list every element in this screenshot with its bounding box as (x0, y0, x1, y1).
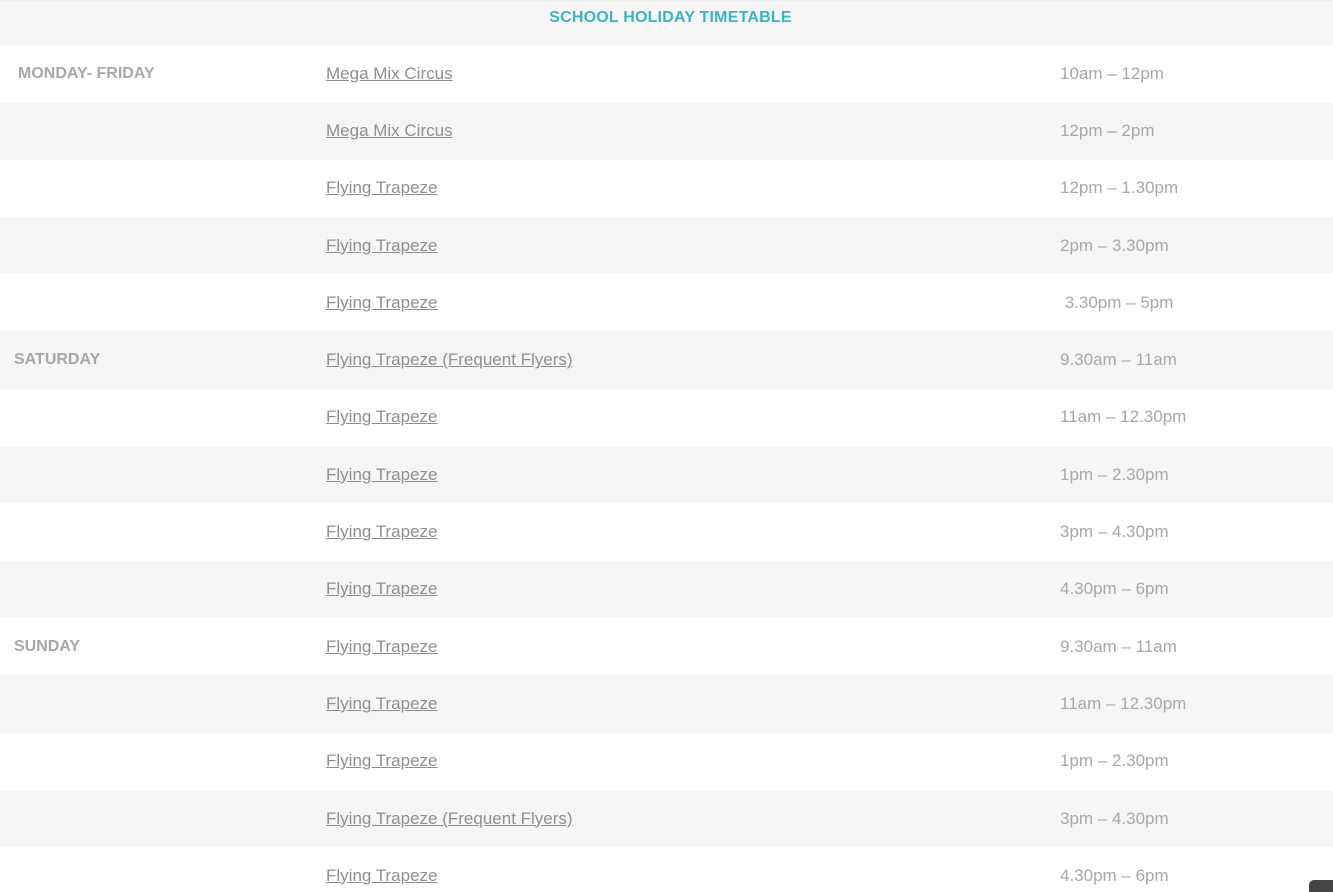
day-label: SATURDAY (14, 351, 101, 369)
time-slot: 4.30pm – 6pm (1060, 579, 1169, 599)
table-row: Flying Trapeze 12pm – 1.30pm (0, 159, 1333, 217)
time-slot: 9.30am – 11am (1060, 350, 1177, 370)
class-link[interactable]: Flying Trapeze (326, 579, 438, 599)
class-link[interactable]: Flying Trapeze (326, 236, 438, 256)
table-row: Flying Trapeze 1pm – 2.30pm (0, 446, 1333, 504)
class-link[interactable]: Mega Mix Circus (326, 121, 453, 141)
table-row: Flying Trapeze (Frequent Flyers) 3pm – 4… (0, 789, 1333, 848)
class-link[interactable]: Flying Trapeze (326, 522, 438, 542)
class-link[interactable]: Flying Trapeze (326, 866, 438, 886)
scroll-to-top-button[interactable] (1309, 880, 1333, 892)
time-slot: 11am – 12.30pm (1060, 407, 1187, 427)
time-slot: 2pm – 3.30pm (1060, 235, 1169, 255)
day-label: SUNDAY (14, 637, 81, 655)
time-slot: 9.30am – 11am (1060, 636, 1177, 656)
table-row: Flying Trapeze 2pm – 3.30pm (0, 216, 1333, 275)
class-link[interactable]: Flying Trapeze (326, 694, 438, 714)
table-row: SATURDAY Flying Trapeze (Frequent Flyers… (0, 331, 1333, 389)
time-slot: 3.30pm – 5pm (1060, 292, 1174, 312)
table-row: Flying Trapeze 4.30pm – 6pm (0, 560, 1333, 618)
class-link[interactable]: Flying Trapeze (326, 293, 438, 313)
day-label: MONDAY- FRIDAY (18, 64, 155, 82)
table-row: Flying Trapeze 1pm – 2.30pm (0, 732, 1333, 790)
table-row: Flying Trapeze 11am – 12.30pm (0, 675, 1333, 733)
class-link[interactable]: Flying Trapeze (Frequent Flyers) (326, 350, 573, 370)
class-link[interactable]: Flying Trapeze (326, 407, 438, 427)
table-row: MONDAY- FRIDAY Mega Mix Circus 10am – 12… (0, 45, 1333, 103)
class-link[interactable]: Mega Mix Circus (326, 64, 453, 84)
time-slot: 12pm – 2pm (1060, 120, 1155, 140)
timetable-title: SCHOOL HOLIDAY TIMETABLE (549, 9, 792, 26)
table-row: Flying Trapeze 11am – 12.30pm (0, 388, 1333, 447)
timetable: SCHOOL HOLIDAY TIMETABLE MONDAY- FRIDAY … (0, 0, 1333, 892)
class-link[interactable]: Flying Trapeze (326, 637, 438, 657)
time-slot: 10am – 12pm (1060, 63, 1164, 83)
table-row: Flying Trapeze 3pm – 4.30pm (0, 503, 1333, 561)
class-link[interactable]: Flying Trapeze (326, 751, 438, 771)
class-link[interactable]: Flying Trapeze (Frequent Flyers) (326, 809, 573, 829)
class-link[interactable]: Flying Trapeze (326, 465, 438, 485)
time-slot: 1pm – 2.30pm (1060, 464, 1169, 484)
table-row: SUNDAY Flying Trapeze 9.30am – 11am (0, 617, 1333, 676)
time-slot: 11am – 12.30pm (1060, 693, 1187, 713)
time-slot: 3pm – 4.30pm (1060, 522, 1169, 542)
table-row: Flying Trapeze 3.30pm – 5pm (0, 274, 1333, 332)
time-slot: 3pm – 4.30pm (1060, 808, 1169, 828)
table-row: Mega Mix Circus 12pm – 2pm (0, 102, 1333, 160)
table-row: Flying Trapeze 4.30pm – 6pm (0, 847, 1333, 892)
title-row: SCHOOL HOLIDAY TIMETABLE (0, 0, 1333, 45)
class-link[interactable]: Flying Trapeze (326, 178, 438, 198)
time-slot: 12pm – 1.30pm (1060, 178, 1179, 198)
time-slot: 1pm – 2.30pm (1060, 751, 1169, 771)
time-slot: 4.30pm – 6pm (1060, 865, 1169, 885)
